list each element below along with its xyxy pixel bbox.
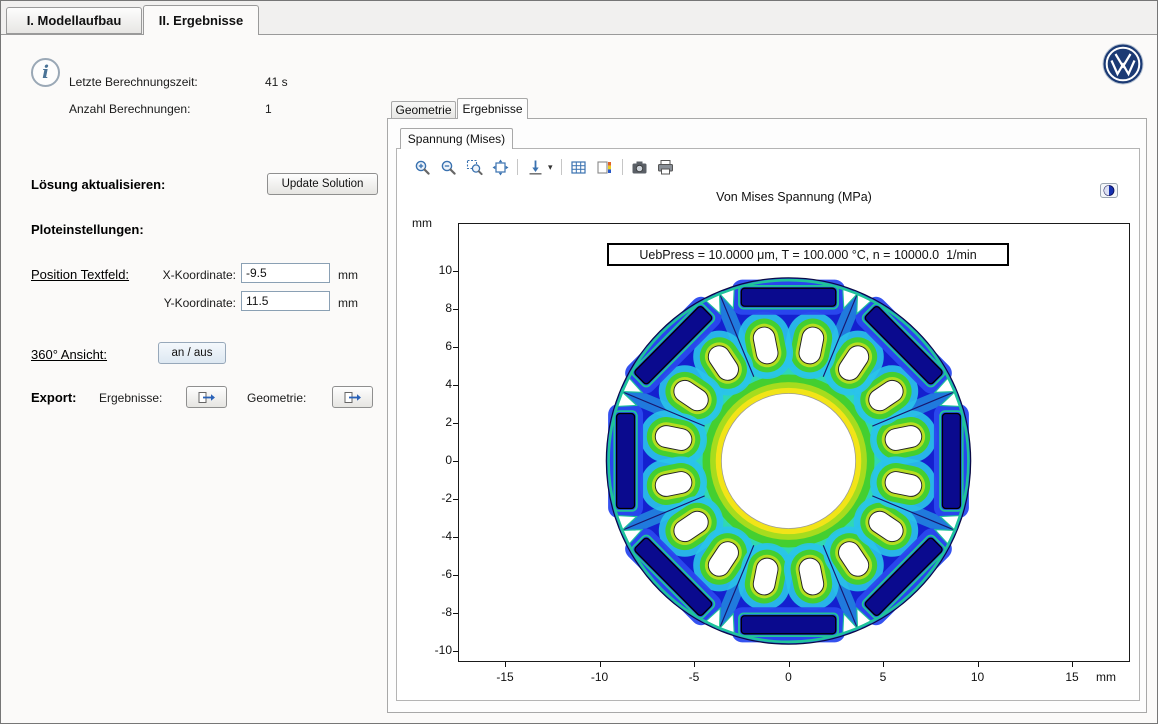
plot-annotation: UebPress = 10.0000 μm, T = 100.000 °C, n…	[607, 243, 1009, 266]
results-tab-geometrie[interactable]: Geometrie	[391, 101, 456, 119]
toolbar-separator	[561, 159, 562, 175]
vw-logo	[1102, 43, 1144, 85]
toolbar-separator	[622, 159, 623, 175]
print-icon[interactable]	[657, 158, 675, 176]
info-icon: i	[31, 58, 60, 87]
export-geometry-button[interactable]	[332, 386, 373, 408]
x-coordinate-input[interactable]	[241, 263, 330, 283]
export-icon	[198, 388, 216, 406]
export-results-label: Ergebnisse:	[99, 391, 162, 405]
snapshot-camera-icon[interactable]	[631, 158, 649, 176]
update-solution-heading: Lösung aktualisieren:	[31, 177, 165, 192]
position-textfield-label: Position Textfeld:	[31, 267, 129, 282]
zoom-out-icon[interactable]	[439, 158, 457, 176]
y-coordinate-input[interactable]	[241, 291, 330, 311]
default-view-icon[interactable]	[526, 158, 544, 176]
export-heading: Export:	[31, 390, 77, 405]
results-tab-geometrie-label: Geometrie	[395, 103, 451, 117]
x-coordinate-label: X-Koordinate:	[158, 268, 236, 282]
export-geometry-label: Geometrie:	[247, 391, 306, 405]
results-tab-ergebnisse-label: Ergebnisse	[462, 102, 522, 116]
legend-panel-icon[interactable]	[596, 158, 614, 176]
plot-tab-spannung-mises[interactable]: Spannung (Mises)	[400, 128, 513, 149]
plot-tab-spannung-mises-label: Spannung (Mises)	[408, 132, 505, 146]
toolbar-separator	[517, 159, 518, 175]
view-360-label: 360° Ansicht:	[31, 347, 107, 362]
grid-table-icon[interactable]	[570, 158, 588, 176]
stat-label-calc-count: Anzahl Berechnungen:	[69, 102, 190, 116]
y-axis-unit: mm	[412, 216, 432, 230]
plot-canvas[interactable]	[458, 223, 1130, 662]
default-view-dropdown-caret[interactable]: ▾	[548, 162, 553, 173]
stat-label-calc-time: Letzte Berechnungszeit:	[69, 75, 198, 89]
tab-modellaufbau[interactable]: I. Modellaufbau	[6, 7, 142, 34]
export-results-button[interactable]	[186, 386, 227, 408]
stat-value-calc-time: 41 s	[265, 75, 288, 89]
update-solution-button-label: Update Solution	[282, 178, 364, 190]
update-solution-button[interactable]: Update Solution	[267, 173, 378, 195]
x-coordinate-unit: mm	[338, 268, 358, 282]
zoom-selection-icon[interactable]	[465, 158, 483, 176]
tab-ergebnisse[interactable]: II. Ergebnisse	[143, 5, 259, 35]
plot-settings-heading: Ploteinstellungen:	[31, 222, 144, 237]
zoom-extents-icon[interactable]	[491, 158, 509, 176]
plot-toolbar: ▾	[413, 157, 675, 177]
tab-ergebnisse-label: II. Ergebnisse	[159, 13, 244, 28]
view-360-toggle-label: an / aus	[172, 347, 213, 359]
tab-modellaufbau-label: I. Modellaufbau	[27, 13, 122, 28]
app-window: I. Modellaufbau II. Ergebnisse i Letzte …	[0, 0, 1158, 724]
export-icon	[344, 388, 362, 406]
zoom-in-icon[interactable]	[413, 158, 431, 176]
stat-value-calc-count: 1	[265, 102, 272, 116]
results-tab-ergebnisse[interactable]: Ergebnisse	[457, 98, 528, 119]
plot-title: Von Mises Spannung (MPa)	[458, 190, 1130, 204]
y-coordinate-unit: mm	[338, 296, 358, 310]
y-coordinate-label: Y-Koordinate:	[158, 296, 236, 310]
view-360-toggle-button[interactable]: an / aus	[158, 342, 226, 364]
